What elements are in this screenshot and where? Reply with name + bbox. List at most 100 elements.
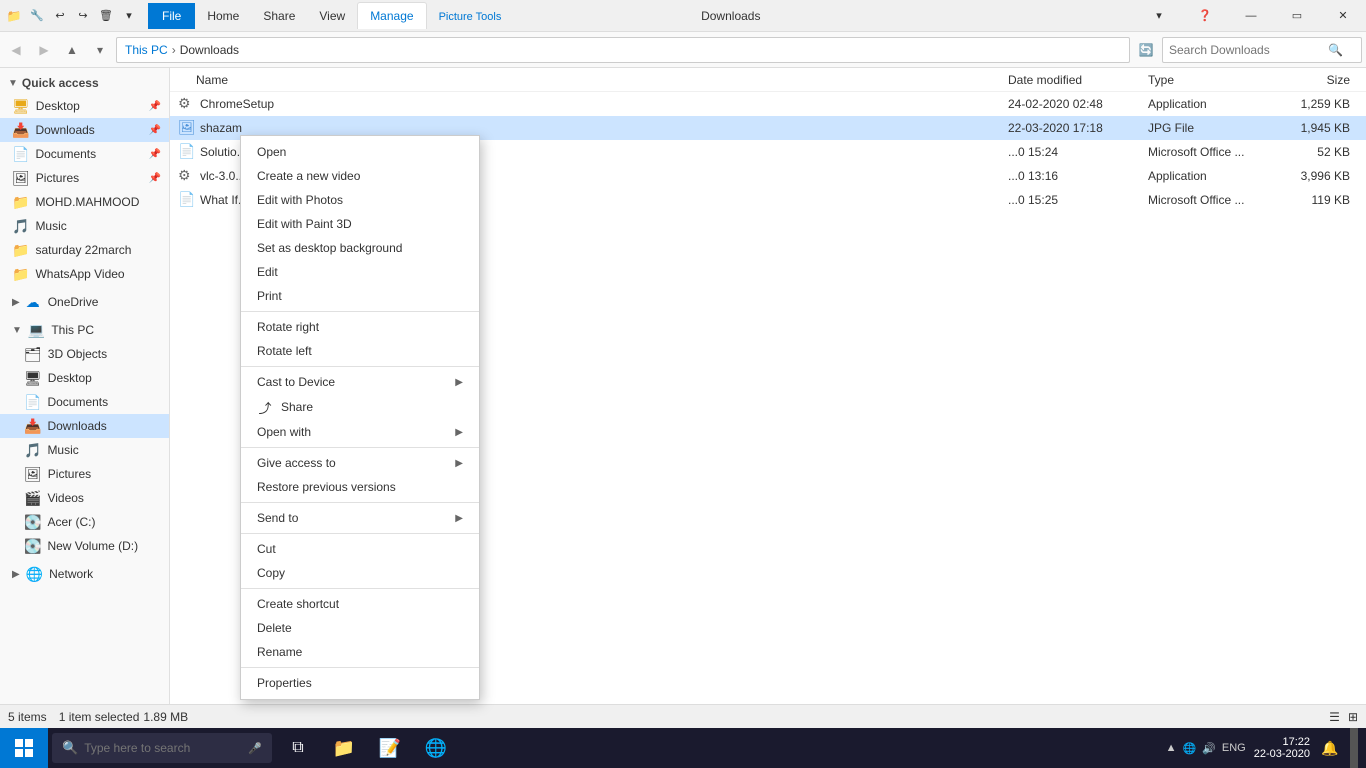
- ctx-edit-photos[interactable]: Edit with Photos: [241, 188, 479, 212]
- notification-btn[interactable]: 🔔: [1318, 728, 1342, 768]
- sidebar-item-pc-documents[interactable]: 📄 Documents: [0, 390, 169, 414]
- taskbar-search-icon: 🔍: [62, 740, 78, 756]
- up-btn[interactable]: ▲: [60, 38, 84, 62]
- ctx-copy[interactable]: Copy: [241, 561, 479, 585]
- quick-access-header[interactable]: ▼ Quick access: [0, 72, 169, 94]
- view-details-icon[interactable]: ☰: [1329, 710, 1340, 724]
- qat-dropdown-btn[interactable]: ▾: [118, 5, 140, 27]
- sidebar-item-network[interactable]: ▶ 🌐 Network: [0, 562, 169, 586]
- expand-ribbon-btn[interactable]: ▾: [1136, 0, 1182, 32]
- ctx-edit-label: Edit: [257, 265, 463, 279]
- ctx-cut[interactable]: Cut: [241, 537, 479, 561]
- sidebar-item-mohd[interactable]: 📁 MOHD.MAHMOOD: [0, 190, 169, 214]
- back-btn[interactable]: ◀: [4, 38, 28, 62]
- show-desktop-btn[interactable]: [1350, 728, 1358, 768]
- pc-music-icon: 🎵: [24, 442, 41, 459]
- address-downloads[interactable]: Downloads: [180, 43, 239, 57]
- col-header-date[interactable]: Date modified: [1008, 73, 1148, 87]
- chrome-btn[interactable]: 🌐: [414, 728, 458, 768]
- tab-picture-tools[interactable]: Picture Tools: [427, 5, 514, 29]
- sidebar-item-pc-music[interactable]: 🎵 Music: [0, 438, 169, 462]
- tab-share[interactable]: Share: [251, 3, 307, 29]
- sidebar-item-pc-videos[interactable]: 🎬 Videos: [0, 486, 169, 510]
- taskbar-search-box[interactable]: 🔍 🎤: [52, 733, 272, 763]
- ctx-share[interactable]: ⤴ Share: [241, 394, 479, 420]
- network-tray-icon: 🌐: [1182, 742, 1196, 755]
- file-date-vlc: ...0 13:16: [1008, 169, 1148, 183]
- ctx-open-with[interactable]: Open with ▶: [241, 420, 479, 444]
- sidebar-item-whatsapp[interactable]: 📁 WhatsApp Video: [0, 262, 169, 286]
- taskview-btn[interactable]: ⧉: [276, 728, 320, 768]
- sidebar-item-downloads[interactable]: 📥 Downloads 📌: [0, 118, 169, 142]
- tab-file[interactable]: File: [148, 3, 195, 29]
- ctx-rotate-left[interactable]: Rotate left: [241, 339, 479, 363]
- table-row[interactable]: ⚙ ChromeSetup 24-02-2020 02:48 Applicati…: [170, 92, 1366, 116]
- col-header-name[interactable]: Name: [196, 73, 1008, 87]
- ctx-rename[interactable]: Rename: [241, 640, 479, 664]
- col-header-size[interactable]: Size: [1278, 73, 1358, 87]
- pc-pictures-icon: 🖼: [24, 466, 42, 483]
- tray-arrow-icon[interactable]: ▲: [1166, 742, 1177, 754]
- sidebar-item-pc-desktop[interactable]: 🖥 Desktop: [0, 366, 169, 390]
- sidebar-item-desktop[interactable]: 🖥 Desktop 📌: [0, 94, 169, 118]
- help-btn[interactable]: ❓: [1182, 0, 1228, 32]
- volume-icon: 🔊: [1202, 742, 1216, 755]
- address-this-pc[interactable]: This PC: [125, 43, 168, 57]
- chrome-setup-icon: ⚙: [178, 95, 196, 113]
- ctx-set-desktop-bg[interactable]: Set as desktop background: [241, 236, 479, 260]
- qat-delete-btn[interactable]: 🗑: [95, 5, 117, 27]
- qat-redo-btn[interactable]: ↪: [72, 5, 94, 27]
- view-large-icon[interactable]: ⊞: [1348, 710, 1358, 724]
- sidebar-item-pc-downloads[interactable]: 📥 Downloads: [0, 414, 169, 438]
- search-input[interactable]: [1169, 43, 1324, 57]
- sidebar-item-pictures[interactable]: 🖼 Pictures 📌: [0, 166, 169, 190]
- start-button[interactable]: [0, 728, 48, 768]
- search-box[interactable]: 🔍: [1162, 37, 1362, 63]
- sidebar-item-onedrive[interactable]: ▶ ☁ OneDrive: [0, 290, 169, 314]
- tab-home[interactable]: Home: [195, 3, 251, 29]
- ctx-send-to[interactable]: Send to ▶: [241, 506, 479, 530]
- ctx-restore-versions[interactable]: Restore previous versions: [241, 475, 479, 499]
- close-btn[interactable]: ✕: [1320, 0, 1366, 32]
- ctx-open[interactable]: Open: [241, 140, 479, 164]
- ctx-delete[interactable]: Delete: [241, 616, 479, 640]
- sidebar-item-acer-c[interactable]: 💽 Acer (C:): [0, 510, 169, 534]
- qat-properties-btn[interactable]: 🔧: [26, 5, 48, 27]
- explorer-btn[interactable]: 📁: [322, 728, 366, 768]
- shazam-icon: 🖼: [178, 119, 196, 137]
- tab-manage[interactable]: Manage: [357, 2, 426, 29]
- sidebar-item-documents[interactable]: 📄 Documents 📌: [0, 142, 169, 166]
- ctx-edit-paint3d[interactable]: Edit with Paint 3D: [241, 212, 479, 236]
- ctx-rotate-right[interactable]: Rotate right: [241, 315, 479, 339]
- forward-btn[interactable]: ▶: [32, 38, 56, 62]
- ctx-properties[interactable]: Properties: [241, 671, 479, 695]
- address-dropdown-btn[interactable]: ▾: [88, 38, 112, 62]
- taskbar-search-input[interactable]: [84, 741, 234, 755]
- sidebar-item-music[interactable]: 🎵 Music: [0, 214, 169, 238]
- ctx-print[interactable]: Print: [241, 284, 479, 308]
- ctx-edit[interactable]: Edit: [241, 260, 479, 284]
- qat-undo-btn[interactable]: ↩: [49, 5, 71, 27]
- sidebar-item-new-volume-d[interactable]: 💽 New Volume (D:): [0, 534, 169, 558]
- ctx-give-access[interactable]: Give access to ▶: [241, 451, 479, 475]
- ctx-delete-label: Delete: [257, 621, 463, 635]
- ctx-create-shortcut[interactable]: Create shortcut: [241, 592, 479, 616]
- ctx-create-video-label: Create a new video: [257, 169, 463, 183]
- tab-view[interactable]: View: [307, 3, 357, 29]
- refresh-btn[interactable]: 🔄: [1134, 38, 1158, 62]
- ctx-cut-label: Cut: [257, 542, 463, 556]
- word-btn[interactable]: 📝: [368, 728, 412, 768]
- sidebar-item-saturday[interactable]: 📁 saturday 22march: [0, 238, 169, 262]
- sidebar-item-this-pc[interactable]: ▼ 💻 This PC: [0, 318, 169, 342]
- sidebar-item-3d-objects[interactable]: 🗂 3D Objects: [0, 342, 169, 366]
- folder-icon: 📁: [4, 6, 24, 26]
- address-box[interactable]: This PC › Downloads: [116, 37, 1130, 63]
- maximize-btn[interactable]: ▭: [1274, 0, 1320, 32]
- sidebar-label-pc-desktop: Desktop: [48, 371, 92, 385]
- sidebar-item-pc-pictures[interactable]: 🖼 Pictures: [0, 462, 169, 486]
- ctx-create-video[interactable]: Create a new video: [241, 164, 479, 188]
- file-size-chrome: 1,259 KB: [1278, 97, 1358, 111]
- ctx-cast-to-device[interactable]: Cast to Device ▶: [241, 370, 479, 394]
- col-header-type[interactable]: Type: [1148, 73, 1278, 87]
- minimize-btn[interactable]: —: [1228, 0, 1274, 32]
